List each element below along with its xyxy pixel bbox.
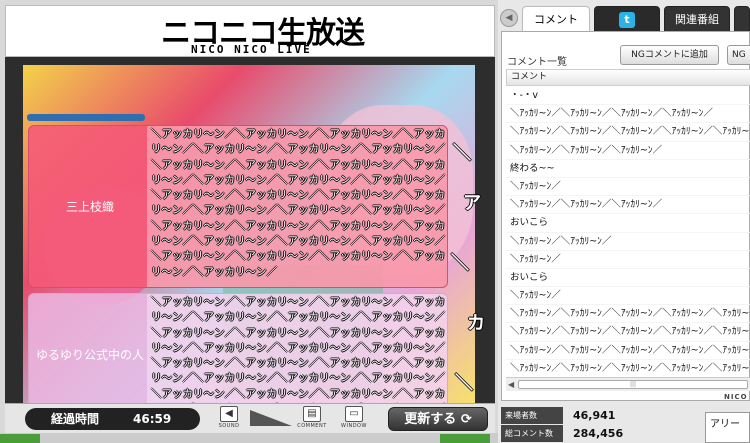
sound-button[interactable]: ◀ SOUND [210, 406, 248, 432]
comment-row[interactable]: ＼ｱｯｶﾘ~ﾝ／＼ｱｯｶﾘ~ﾝ／＼ｱｯｶﾘ~ﾝ／＼ｱｯｶﾘ~ﾝ／ [506, 105, 750, 124]
card-comment-text: ＼アッカリ～ン／＼アッカリ～ン／＼アッカリ～ン／＼アッカリ～ン／＼アッカリ～ン／… [151, 128, 445, 278]
player-controls: 経過時間 46:59 ◀ SOUND ▤ COMMENT ▭ WINDOW 更新… [5, 403, 495, 433]
card-text-area: ＼アッカリ～ン／＼アッカリ～ン／＼アッカリ～ン／＼アッカリ～ン／＼アッカリ～ン／… [147, 126, 447, 287]
comment-row[interactable]: ・-・v [506, 87, 750, 106]
card-text-area: ＼アッカリ～ン／＼アッカリ～ン／＼アッカリ～ン／＼アッカリ～ン／＼アッカリ～ン／… [147, 294, 447, 403]
twitter-icon: t [619, 12, 635, 28]
comment-row[interactable]: おいこら [506, 214, 750, 233]
comment-column-header[interactable]: コメント [506, 69, 750, 86]
comment-row[interactable]: ＼ｱｯｶﾘ~ﾝ／＼ｱｯｶﾘ~ﾝ／＼ｱｯｶﾘ~ﾝ／＼ｱｯｶﾘ~ﾝ／＼ｱｯｶﾘ~ﾝ／… [506, 323, 750, 342]
tab-twitter[interactable]: t [594, 6, 660, 32]
bottom-strip [0, 433, 500, 443]
comment-row[interactable]: ＼ｱｯｶﾘ~ﾝ／ [506, 178, 750, 197]
site-logo-subtitle: NICO NICO LIVE [191, 43, 312, 56]
total-comment-count: 総コメント数 284,456 [501, 425, 701, 443]
comment-row[interactable]: ＼ｱｯｶﾘ~ﾝ／ [506, 287, 750, 306]
comment-row[interactable]: ＼ｱｯｶﾘ~ﾝ／＼ｱｯｶﾘ~ﾝ／ [506, 233, 750, 251]
ad-box[interactable]: アリー [705, 412, 750, 443]
nico-tag: NICO [724, 393, 748, 401]
horizontal-scrollbar[interactable]: ◀ ||| [506, 377, 750, 391]
elapsed-time: 経過時間 46:59 [25, 408, 200, 430]
comment-row[interactable]: おいこら [506, 269, 750, 288]
side-panel: ◀ コメント t 関連番組 コメント一覧 NGコメントに追加 NG コメント ・… [498, 0, 750, 443]
caster-strip [27, 114, 145, 121]
comment-card: ゆるゆり公式中の人 ＼アッカリ～ン／＼アッカリ～ン／＼アッカリ～ン／＼アッカリ～… [28, 293, 448, 403]
window-button[interactable]: ▭ WINDOW [335, 406, 373, 432]
volume-level [250, 410, 292, 426]
comment-list-title: コメント一覧 [507, 57, 567, 68]
ng-add-button[interactable]: NGコメントに追加 [620, 45, 719, 65]
card-comment-text: ＼アッカリ～ン／＼アッカリ～ン／＼アッカリ～ン／＼アッカリ～ン／＼アッカリ～ン／… [151, 296, 445, 400]
elapsed-value: 46:59 [133, 412, 172, 426]
card-user-label: ゆるゆり公式中の人 [35, 348, 144, 362]
stats-block: 来場者数 46,941 総コメント数 284,456 [501, 405, 701, 443]
comment-row[interactable]: ＼ｱｯｶﾘ~ﾝ／ [506, 251, 750, 269]
comment-row[interactable]: ＼ｱｯｶﾘ~ﾝ／＼ｱｯｶﾘ~ﾝ／＼ｱｯｶﾘ~ﾝ／ [506, 142, 750, 160]
speaker-icon: ◀ [220, 406, 238, 422]
scrolling-comments-overflow: ＼ ア ＼ カ ＼ リ [451, 143, 485, 394]
tab-comments[interactable]: コメント [522, 6, 590, 32]
comment-row[interactable]: 終わる~~ [506, 160, 750, 178]
scrollbar-thumb[interactable]: ||| [518, 380, 748, 389]
comment-row[interactable]: ＼ｱｯｶﾘ~ﾝ／＼ｱｯｶﾘ~ﾝ／＼ｱｯｶﾘ~ﾝ／＼ｱｯｶﾘ~ﾝ／＼ｱｯｶﾘ~ﾝ／… [506, 305, 750, 324]
side-tabs: ◀ コメント t 関連番組 [498, 5, 750, 32]
comment-card: 三上枝織 ＼アッカリ～ン／＼アッカリ～ン／＼アッカリ～ン／＼アッカリ～ン／＼アッ… [28, 125, 448, 288]
comment-toggle-button[interactable]: ▤ COMMENT [293, 406, 331, 432]
elapsed-label: 経過時間 [51, 412, 100, 426]
bottom-strip-segment [440, 434, 490, 443]
bottom-strip-segment [0, 434, 40, 443]
comment-row[interactable]: ＼ｱｯｶﾘ~ﾝ／＼ｱｯｶﾘ~ﾝ／＼ｱｯｶﾘ~ﾝ／＼ｱｯｶﾘ~ﾝ／＼ｱｯｶﾘ~ﾝ／… [506, 360, 750, 377]
back-arrow-icon[interactable]: ◀ [500, 9, 518, 27]
scroll-left-icon[interactable]: ◀ [508, 380, 514, 389]
comment-list[interactable]: ・-・v ＼ｱｯｶﾘ~ﾝ／＼ｱｯｶﾘ~ﾝ／＼ｱｯｶﾘ~ﾝ／＼ｱｯｶﾘ~ﾝ／ ＼ｱｯｶ… [506, 87, 750, 377]
comment-icon: ▤ [303, 406, 321, 422]
comment-row[interactable]: ＼ｱｯｶﾘ~ﾝ／＼ｱｯｶﾘ~ﾝ／＼ｱｯｶﾘ~ﾝ／＼ｱｯｶﾘ~ﾝ／＼ｱｯｶﾘ~ﾝ／… [506, 342, 750, 360]
volume-slider[interactable] [250, 410, 292, 426]
refresh-button[interactable]: 更新する ⟳ [388, 407, 488, 431]
logo-header: ニコニコ生放送 NICO NICO LIVE [5, 5, 495, 57]
app-root: ニコニコ生放送 NICO NICO LIVE 三上枝織 ＼アッカリ～ン／＼アッカ… [0, 0, 750, 443]
tab-related-programs[interactable]: 関連番組 [664, 6, 730, 32]
refresh-icon: ⟳ [460, 412, 472, 427]
comment-row[interactable]: ＼ｱｯｶﾘ~ﾝ／＼ｱｯｶﾘ~ﾝ／＼ｱｯｶﾘ~ﾝ／＼ｱｯｶﾘ~ﾝ／＼ｱｯｶﾘ~ﾝ／… [506, 123, 750, 142]
comment-panel: コメント一覧 NGコメントに追加 NG コメント ・-・v ＼ｱｯｶﾘ~ﾝ／＼ｱｯ… [501, 31, 750, 401]
video-player[interactable]: 三上枝織 ＼アッカリ～ン／＼アッカリ～ン／＼アッカリ～ン／＼アッカリ～ン／＼アッ… [5, 57, 495, 403]
card-user-label: 三上枝織 [65, 200, 114, 214]
ng-button[interactable]: NG [727, 45, 750, 65]
window-icon: ▭ [345, 406, 363, 422]
visitor-count: 来場者数 46,941 [501, 407, 701, 425]
comment-row[interactable]: ＼ｱｯｶﾘ~ﾝ／＼ｱｯｶﾘ~ﾝ／＼ｱｯｶﾘ~ﾝ／ [506, 196, 750, 215]
tab-overflow[interactable] [734, 6, 750, 32]
